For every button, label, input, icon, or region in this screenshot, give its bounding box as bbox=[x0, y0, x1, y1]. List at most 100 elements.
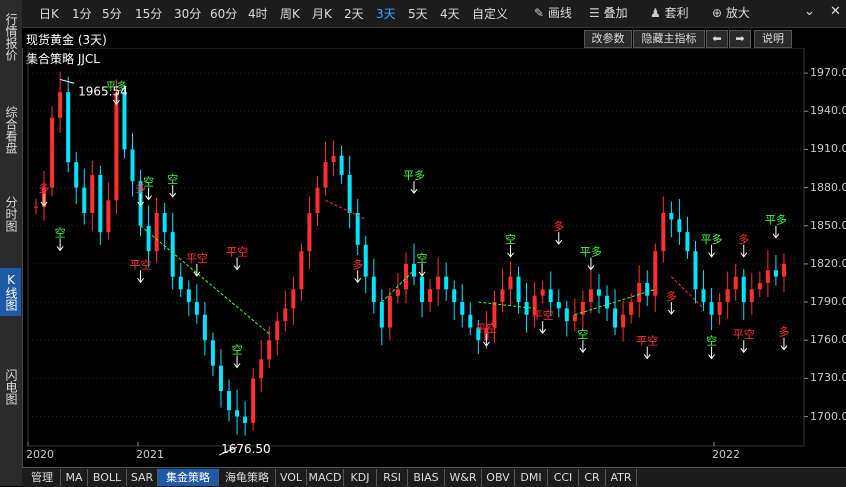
signal-label: 平空 bbox=[226, 245, 248, 259]
candle-body bbox=[613, 308, 618, 328]
kline-chart[interactable]: 平多空 空平空空平空 多平多空平空空多平空平多空 平空多空平多 多平空平多多空多 多平空 … bbox=[22, 48, 846, 466]
edit-params-button[interactable]: 改参数 bbox=[584, 30, 632, 48]
close-icon[interactable]: ✕ bbox=[830, 4, 841, 19]
indicator-tab[interactable]: VOL bbox=[276, 469, 307, 486]
period-4day[interactable]: 4天 bbox=[440, 5, 460, 22]
candle-body bbox=[130, 149, 135, 182]
candles bbox=[34, 71, 786, 436]
period-daily[interactable]: 日K bbox=[39, 5, 59, 22]
period-weekly[interactable]: 周K bbox=[280, 5, 300, 22]
sidebar-tab-kline[interactable]: K线图 bbox=[0, 268, 21, 316]
y-tick-label: 1910.00 bbox=[810, 142, 846, 156]
indicator-tab[interactable]: MA bbox=[61, 469, 88, 486]
zoom-in-label: 放大 bbox=[725, 6, 750, 20]
candle-body bbox=[781, 263, 786, 277]
indicator-tab[interactable]: W&R bbox=[445, 469, 482, 486]
indicator-tab[interactable]: BIAS bbox=[408, 469, 445, 486]
indicator-tab[interactable]: KDJ bbox=[344, 469, 377, 486]
candle-body bbox=[363, 244, 368, 277]
candle-body bbox=[339, 155, 344, 175]
candle-body bbox=[347, 174, 352, 214]
chart-header: 现货黄金 (3天) 集合策略 JJCL 改参数 隐藏主指标 ⬅ ➡ 说明 bbox=[22, 28, 846, 66]
indicator-tab[interactable]: DMI bbox=[515, 469, 548, 486]
candle-body bbox=[162, 213, 167, 233]
period-30min[interactable]: 30分 bbox=[174, 5, 201, 22]
zoom-in-button[interactable]: ⊕ 放大 bbox=[712, 4, 750, 21]
overlay-button[interactable]: ☰ 叠加 bbox=[589, 4, 628, 21]
period-3day[interactable]: 3天 bbox=[376, 5, 396, 22]
indicator-tab[interactable]: RSI bbox=[377, 469, 408, 486]
period-4h[interactable]: 4时 bbox=[248, 5, 268, 22]
signal-markers: 平多空 空平空空平空 多平多空平空空多平空平多空 平空多空平多 多平空平多多空多 多平空 bbox=[39, 79, 789, 369]
indicator-tab[interactable]: ATR bbox=[606, 469, 637, 486]
hide-main-indicator-button[interactable]: 隐藏主指标 bbox=[633, 30, 705, 48]
candle-body bbox=[420, 276, 425, 303]
signal-label: 平空 bbox=[130, 257, 152, 271]
instrument-title: 现货黄金 (3天) bbox=[26, 33, 107, 47]
candle-body bbox=[218, 365, 223, 392]
period-1min[interactable]: 1分 bbox=[72, 5, 92, 22]
sidebar-tab-quotes[interactable]: 行情报价 bbox=[0, 6, 21, 68]
period-15min[interactable]: 15分 bbox=[135, 5, 162, 22]
signal-label: 空 bbox=[167, 172, 178, 186]
indicator-tab[interactable]: BOLL bbox=[88, 469, 127, 486]
signal-label: 多 bbox=[135, 181, 146, 195]
arbitrage-button[interactable]: ♟ 套利 bbox=[650, 4, 689, 21]
y-tick-label: 1970.00 bbox=[810, 66, 846, 80]
candle-body bbox=[387, 295, 392, 328]
candle-body bbox=[355, 213, 360, 245]
y-tick-label: 1880.00 bbox=[810, 180, 846, 194]
candle-body bbox=[749, 289, 754, 303]
chevron-down-icon[interactable]: ⌄ bbox=[804, 4, 815, 19]
indicator-tab[interactable]: OBV bbox=[482, 469, 515, 486]
candle-body bbox=[251, 378, 256, 423]
candle-body bbox=[202, 314, 207, 341]
signal-label: 空 bbox=[55, 225, 66, 239]
indicator-tab[interactable]: SAR bbox=[127, 469, 158, 486]
zoom-in-icon: ⊕ bbox=[712, 6, 723, 20]
x-tick-label: 2021 bbox=[136, 448, 164, 461]
sidebar-tab-timeshare[interactable]: 分时图 bbox=[0, 190, 21, 238]
candle-body bbox=[773, 270, 778, 277]
help-button[interactable]: 说明 bbox=[754, 30, 792, 48]
candle-body bbox=[90, 174, 95, 214]
indicator-tab[interactable]: CCI bbox=[548, 469, 579, 486]
candle-body bbox=[98, 174, 103, 233]
signal-label: 平多 bbox=[701, 232, 723, 246]
candle-body bbox=[741, 276, 746, 303]
indicator-tab[interactable]: 集金策略 bbox=[158, 469, 219, 486]
sidebar-tab-flash[interactable]: 闪电图 bbox=[0, 362, 21, 412]
period-2day[interactable]: 2天 bbox=[344, 5, 364, 22]
period-5day[interactable]: 5天 bbox=[408, 5, 428, 22]
candle-body bbox=[307, 213, 312, 252]
candle-body bbox=[299, 251, 304, 290]
period-60min[interactable]: 60分 bbox=[210, 5, 237, 22]
candle-body bbox=[331, 155, 336, 163]
sidebar-tab-overview[interactable]: 综合看盘 bbox=[0, 98, 21, 162]
candle-body bbox=[428, 289, 433, 303]
arrow-right-icon[interactable]: ➡ bbox=[729, 30, 751, 48]
arrow-left-icon[interactable]: ⬅ bbox=[706, 30, 728, 48]
indicator-tab[interactable]: MACD bbox=[307, 469, 344, 486]
candle-body bbox=[572, 314, 577, 322]
candle-body bbox=[645, 282, 650, 296]
candle-body bbox=[669, 213, 674, 220]
candle-body bbox=[66, 92, 71, 163]
period-custom[interactable]: 自定义 bbox=[472, 5, 508, 22]
low-value-label: 1676.50 bbox=[221, 442, 271, 456]
period-monthly[interactable]: 月K bbox=[312, 5, 332, 22]
period-5min[interactable]: 5分 bbox=[102, 5, 122, 22]
indicator-tab[interactable]: CR bbox=[579, 469, 606, 486]
candle-body bbox=[701, 289, 706, 303]
candle-body bbox=[500, 289, 505, 303]
signal-label: 平空 bbox=[475, 321, 497, 335]
high-value-label: 1965.54 bbox=[78, 84, 128, 98]
signal-label: 多 bbox=[352, 257, 363, 271]
draw-line-button[interactable]: ✎ 画线 bbox=[534, 4, 572, 21]
candle-body bbox=[379, 302, 384, 328]
candle-body bbox=[436, 276, 441, 290]
indicator-tab[interactable]: 管理 bbox=[24, 469, 61, 486]
candle-body bbox=[114, 92, 119, 201]
left-vertical-tabbar: 行情报价 综合看盘 分时图 K线图 闪电图 bbox=[0, 0, 23, 486]
indicator-tab[interactable]: 海龟策略 bbox=[219, 469, 276, 486]
